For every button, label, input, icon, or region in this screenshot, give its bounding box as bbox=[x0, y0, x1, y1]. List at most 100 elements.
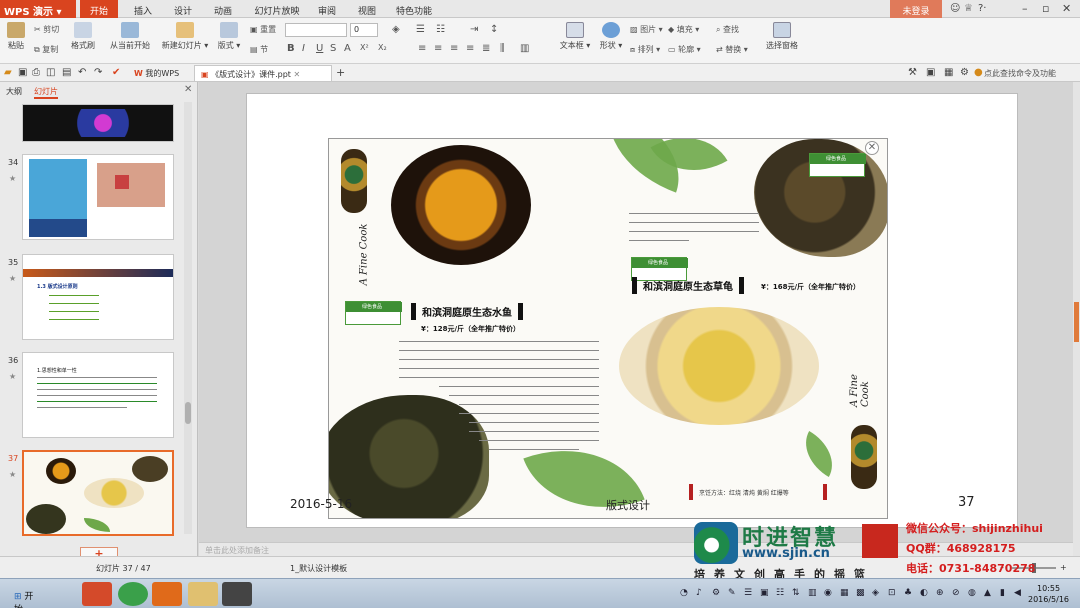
align-left-icon[interactable]: ≡ bbox=[418, 43, 426, 54]
login-button[interactable]: 未登录 bbox=[890, 0, 942, 18]
zoom-in-icon[interactable]: + bbox=[1060, 563, 1067, 572]
tray-icon[interactable]: ▲ bbox=[984, 588, 991, 598]
font-color-icon[interactable]: A bbox=[344, 43, 351, 54]
tray-icon[interactable]: ◈ bbox=[872, 588, 879, 598]
undo-icon[interactable]: ↶ bbox=[78, 67, 86, 78]
indent-icon[interactable]: ⇥ bbox=[470, 24, 478, 35]
tray-icon[interactable]: ▦ bbox=[840, 588, 849, 598]
pdf-icon[interactable]: ▤ bbox=[62, 67, 71, 78]
taskbar-app-icon[interactable] bbox=[82, 582, 112, 606]
customize-icon[interactable]: ✔ bbox=[112, 67, 120, 78]
cut-button[interactable]: ✂ 剪切 bbox=[34, 24, 59, 35]
tray-icon[interactable]: ⊘ bbox=[952, 588, 960, 598]
network-icon[interactable]: ▮ bbox=[1000, 588, 1005, 598]
slide-thumb-33[interactable] bbox=[22, 104, 174, 142]
panel-scrollbar[interactable] bbox=[184, 102, 192, 534]
clear-format-icon[interactable]: ◈ bbox=[392, 24, 400, 35]
line-spacing-icon[interactable]: ↕ bbox=[490, 24, 498, 35]
slide-thumb-35[interactable]: 1.3 版式设计原则 bbox=[22, 254, 174, 340]
command-search[interactable]: 点此查找命令及功能 bbox=[984, 68, 1056, 79]
tray-icon[interactable]: ⊡ bbox=[888, 588, 896, 598]
volume-icon[interactable]: ◀ bbox=[1014, 588, 1021, 598]
preview-icon[interactable]: ◫ bbox=[46, 67, 55, 78]
text-direction-icon[interactable]: ⫼ bbox=[500, 43, 505, 54]
replace-button[interactable]: ⇄ 替换 ▾ bbox=[716, 44, 748, 55]
skin-icon[interactable]: ☺ bbox=[950, 3, 960, 14]
subscript-icon[interactable]: X₂ bbox=[378, 43, 387, 52]
doc-tab-close-icon[interactable]: ✕ bbox=[294, 70, 301, 79]
tray-icon[interactable]: ▥ bbox=[808, 588, 817, 598]
minimize-icon[interactable]: – bbox=[1022, 2, 1028, 15]
print-icon[interactable]: ⎙ bbox=[32, 67, 40, 78]
play-from-current-button[interactable]: 从当前开始 bbox=[106, 22, 154, 51]
slide-thumb-36[interactable]: 1.思想性和单一性 bbox=[22, 352, 174, 438]
tray-icon[interactable]: ⇅ bbox=[792, 588, 800, 598]
tab-slideshow[interactable]: 幻灯片放映 bbox=[250, 0, 304, 18]
tab-slides[interactable]: 幻灯片 bbox=[34, 86, 58, 99]
help-icon[interactable]: ?· bbox=[978, 3, 987, 14]
tab-review[interactable]: 审阅 bbox=[312, 0, 342, 18]
text-box-button[interactable]: 文本框 ▾ bbox=[558, 22, 592, 51]
taskbar-browser-icon[interactable] bbox=[118, 582, 148, 606]
taskbar-recorder-icon[interactable] bbox=[222, 582, 252, 606]
panel-scroll-thumb[interactable] bbox=[185, 402, 191, 424]
canvas-scrollbar[interactable] bbox=[1073, 82, 1080, 556]
tray-icon[interactable]: ♣ bbox=[904, 588, 912, 598]
bullets-icon[interactable]: ☰ bbox=[416, 24, 425, 35]
tab-insert[interactable]: 插入 bbox=[128, 0, 158, 18]
shapes-button[interactable]: 形状 ▾ bbox=[596, 22, 626, 51]
align-right-icon[interactable]: ≡ bbox=[450, 43, 458, 54]
tray-icon[interactable]: ⚙ bbox=[712, 588, 720, 598]
doc-tab-active[interactable]: ▣ 《版式设计》课件.ppt ✕ bbox=[194, 65, 332, 81]
tray-icon[interactable]: ◉ bbox=[824, 588, 832, 598]
strike-icon[interactable]: S bbox=[330, 43, 336, 54]
columns-icon[interactable]: ▥ bbox=[520, 43, 529, 54]
taskbar-clock[interactable]: 10:55 2016/5/16 bbox=[1028, 583, 1069, 605]
panel-close-icon[interactable]: ✕ bbox=[184, 84, 192, 95]
save-icon[interactable]: ▣ bbox=[18, 67, 27, 78]
superscript-icon[interactable]: X² bbox=[360, 43, 369, 52]
picture-button[interactable]: ▨ 图片 ▾ bbox=[630, 24, 663, 35]
start-button[interactable]: ⊞ 开始 bbox=[2, 583, 42, 608]
format-painter-button[interactable]: 格式刷 bbox=[68, 22, 98, 51]
numbering-icon[interactable]: ☷ bbox=[436, 24, 445, 35]
open-icon[interactable]: ▰ bbox=[4, 67, 12, 78]
image-close-icon[interactable]: ✕ bbox=[865, 141, 879, 155]
tray-icon[interactable]: ☰ bbox=[744, 588, 752, 598]
align-center-icon[interactable]: ≡ bbox=[434, 43, 442, 54]
select-pane-button[interactable]: 选择窗格 bbox=[762, 22, 802, 51]
reset-button[interactable]: ▣ 重置 bbox=[250, 24, 276, 35]
close-icon[interactable]: ✕ bbox=[1062, 2, 1071, 15]
arrange-button[interactable]: ⧈ 排列 ▾ bbox=[630, 44, 660, 55]
tab-animation[interactable]: 动画 bbox=[208, 0, 238, 18]
tab-outline[interactable]: 大纲 bbox=[6, 86, 22, 97]
underline-icon[interactable]: U bbox=[316, 43, 323, 54]
grid-icon[interactable]: ▦ bbox=[944, 67, 953, 78]
doc-tab-my-wps[interactable]: W 我的WPS bbox=[128, 65, 185, 81]
settings-icon[interactable]: ⚙ bbox=[960, 67, 969, 78]
redo-icon[interactable]: ↷ bbox=[94, 67, 102, 78]
tab-home[interactable]: 开始 bbox=[80, 0, 118, 18]
italic-icon[interactable]: I bbox=[302, 43, 305, 54]
tray-icon[interactable]: ◍ bbox=[968, 588, 976, 598]
paste-button[interactable]: 粘贴 bbox=[4, 22, 28, 51]
taskbar-folder-icon[interactable] bbox=[188, 582, 218, 606]
font-size-input[interactable]: 0 bbox=[350, 23, 378, 37]
new-tab-icon[interactable]: + bbox=[336, 66, 345, 79]
find-button[interactable]: ⌕ 查找 bbox=[716, 24, 739, 35]
distribute-icon[interactable]: ≣ bbox=[482, 43, 490, 54]
tray-icon[interactable]: ♪ bbox=[696, 588, 702, 598]
tray-icon[interactable]: ◐ bbox=[920, 588, 928, 598]
slide-thumb-34[interactable] bbox=[22, 154, 174, 240]
tool-icon[interactable]: ⚒ bbox=[908, 67, 917, 78]
bold-icon[interactable]: B bbox=[287, 43, 295, 54]
window-icon[interactable]: ▣ bbox=[926, 67, 935, 78]
tray-icon[interactable]: ☷ bbox=[776, 588, 784, 598]
restore-icon[interactable]: ▫ bbox=[1042, 2, 1049, 15]
font-name-input[interactable] bbox=[285, 23, 347, 37]
wps-menu-button[interactable]: WPS 演示 ▾ bbox=[0, 0, 76, 18]
taskbar-wps-icon[interactable] bbox=[152, 582, 182, 606]
canvas-scroll-thumb[interactable] bbox=[1074, 302, 1079, 342]
tray-icon[interactable]: ▩ bbox=[856, 588, 865, 598]
tray-icon[interactable]: ▣ bbox=[760, 588, 769, 598]
